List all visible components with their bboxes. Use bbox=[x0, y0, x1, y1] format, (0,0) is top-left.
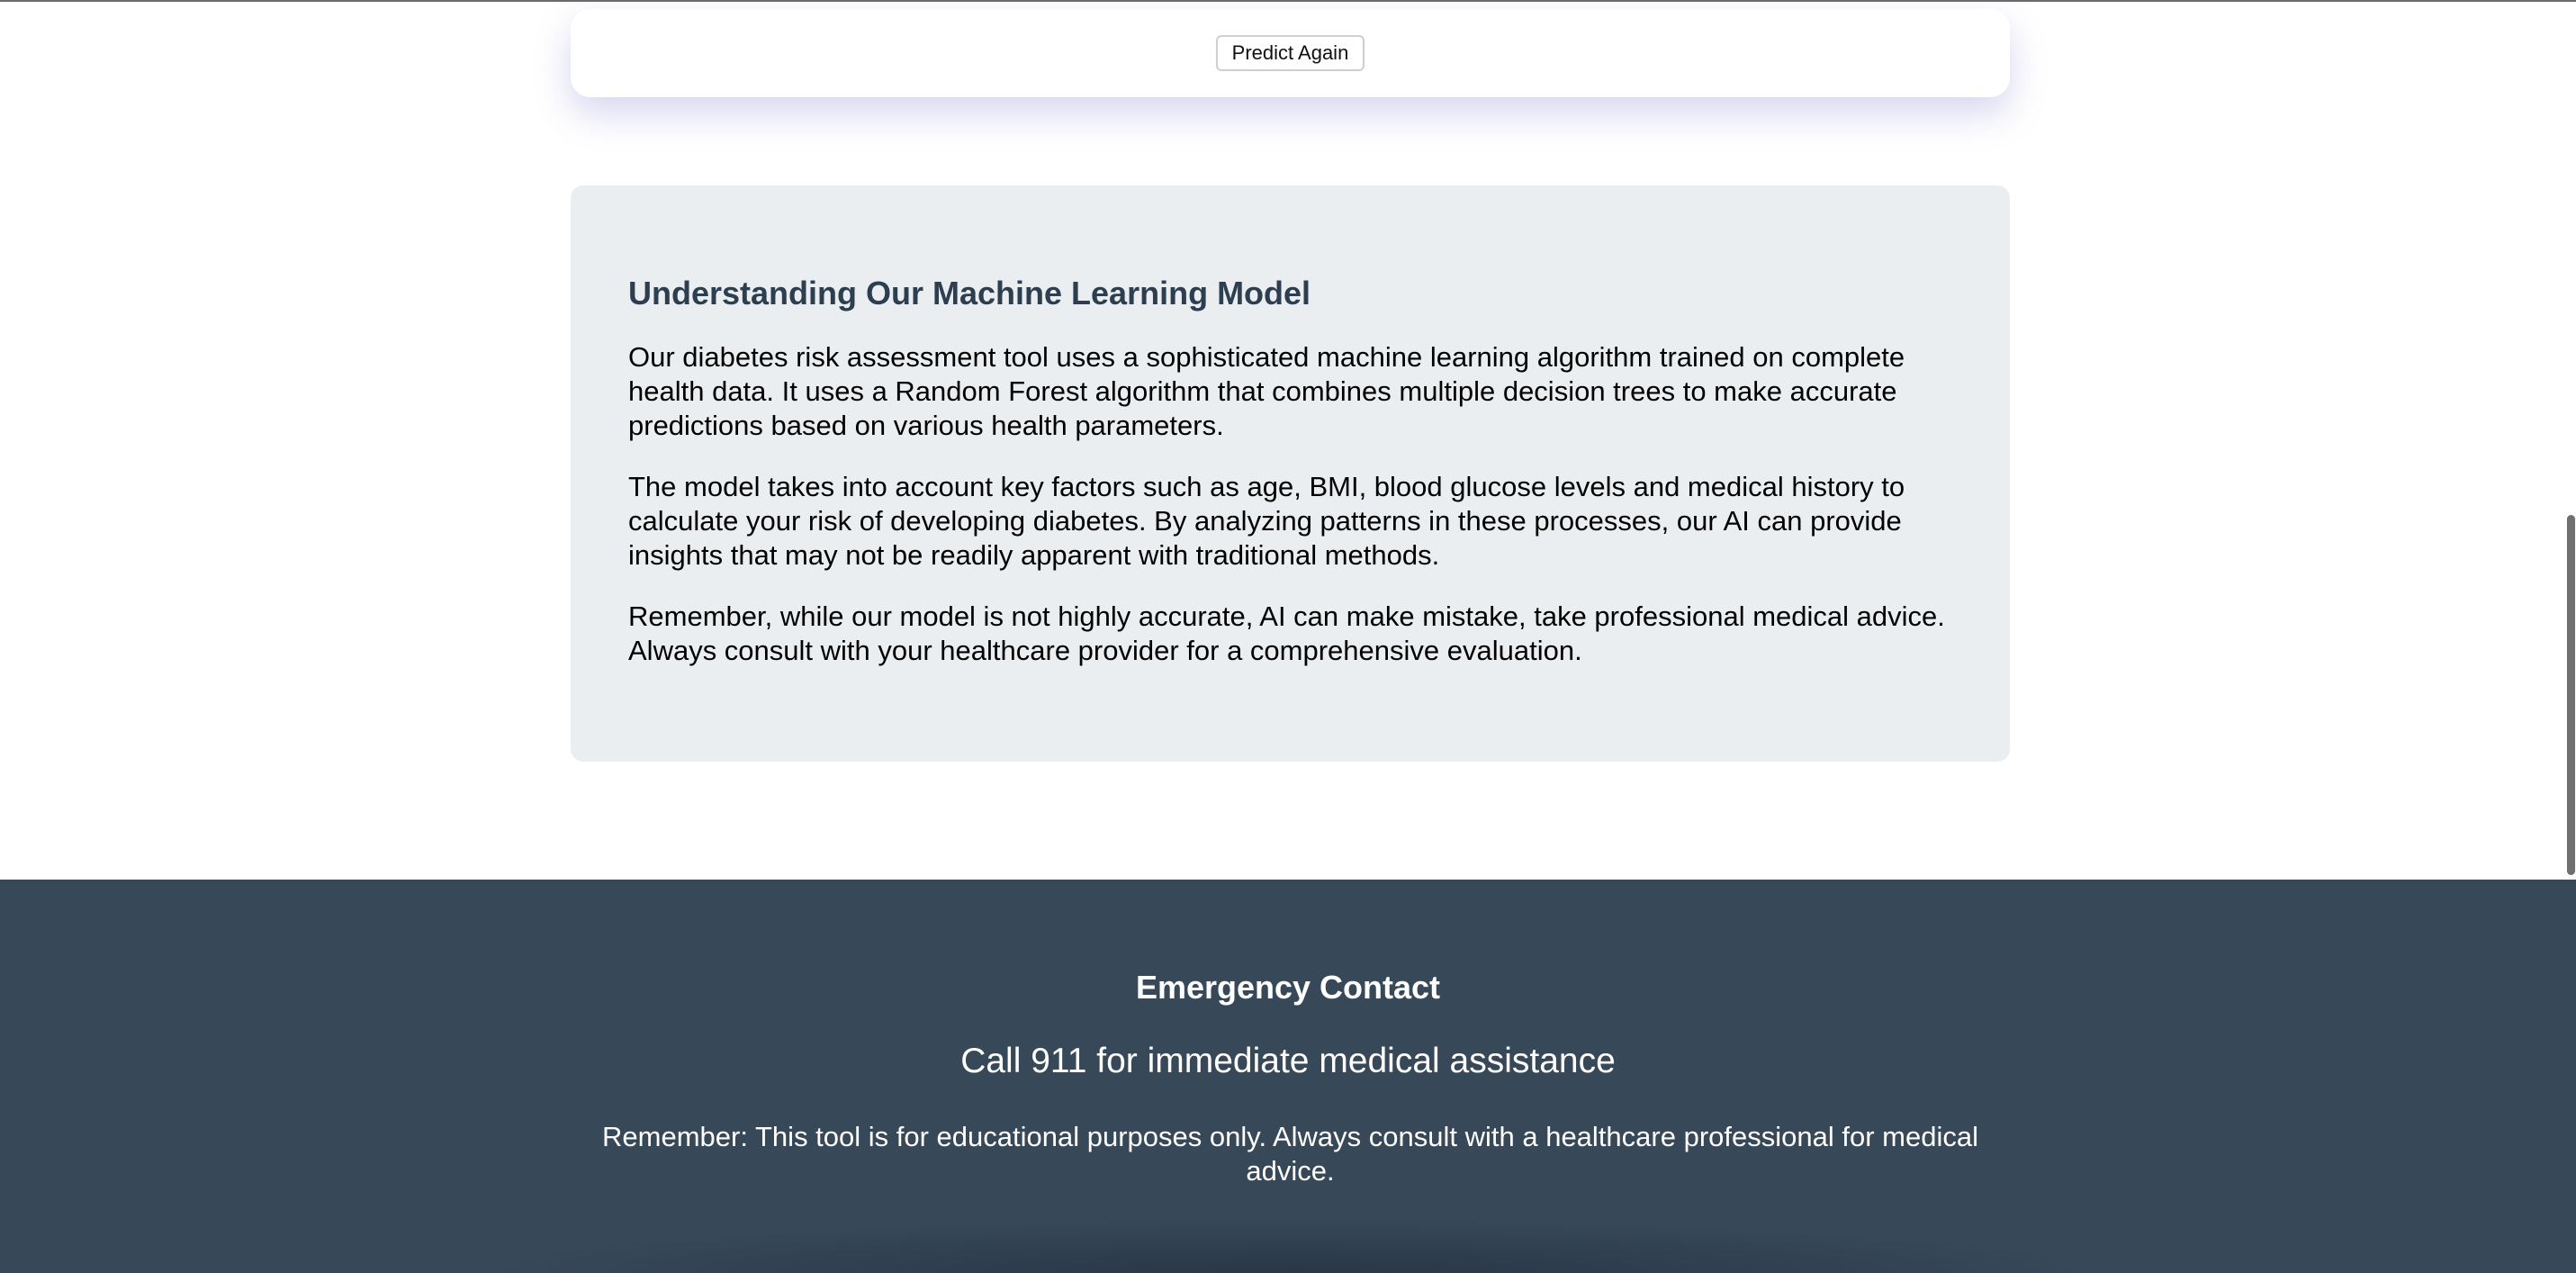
top-divider bbox=[0, 0, 2576, 2]
model-info-paragraph: Our diabetes risk assessment tool uses a… bbox=[628, 340, 1905, 441]
emergency-contact-heading: Emergency Contact bbox=[1135, 969, 1441, 1006]
scrollbar[interactable] bbox=[2565, 0, 2576, 1273]
emergency-call-text: Call 911 for immediate medical assistanc… bbox=[960, 1042, 1616, 1080]
scrollbar-thumb[interactable] bbox=[2567, 515, 2575, 875]
prediction-actions-card: Predict Again bbox=[571, 9, 2010, 97]
model-info-paragraph: Remember, while our model is not highly … bbox=[628, 600, 1945, 666]
page: Predict Again Understanding Our Machine … bbox=[0, 0, 2576, 1273]
footer: Emergency Contact Call 911 for immediate… bbox=[0, 880, 2576, 1273]
model-info-paragraph: The model takes into account key factors… bbox=[628, 470, 1905, 571]
model-info-section: Understanding Our Machine Learning Model… bbox=[571, 185, 2010, 762]
predict-again-button[interactable]: Predict Again bbox=[1215, 35, 1365, 71]
footer-shadow bbox=[468, 1219, 2115, 1273]
model-info-title: Understanding Our Machine Learning Model bbox=[628, 275, 1311, 311]
footer-disclaimer: Remember: This tool is for educational p… bbox=[602, 1121, 1978, 1187]
